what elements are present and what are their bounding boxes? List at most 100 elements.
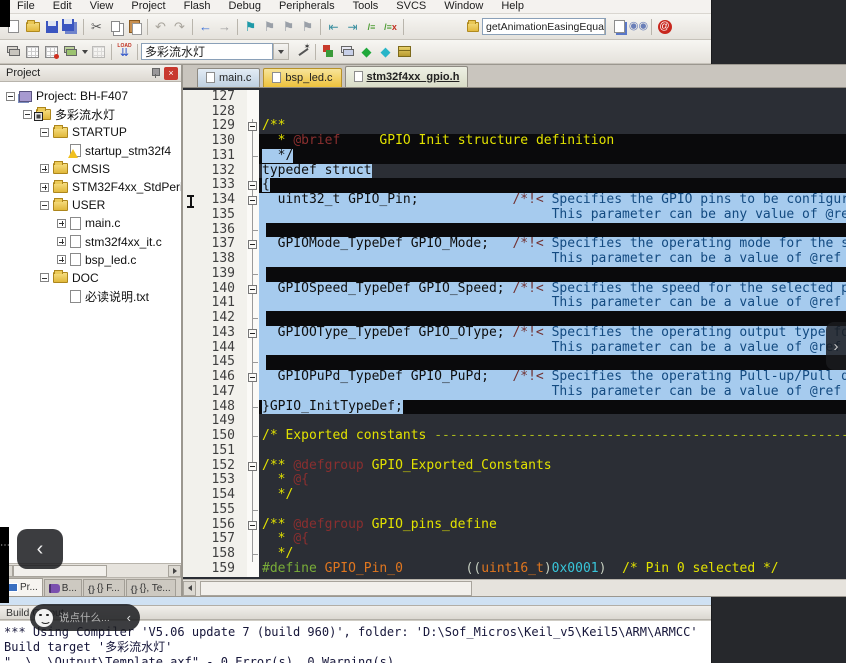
video-comment-input[interactable]: 说点什么... ‹ [30,604,140,631]
options-for-target-icon[interactable] [293,42,312,61]
collapse-icon[interactable] [23,110,32,119]
fold-margin[interactable] [247,414,259,429]
expand-icon[interactable] [57,219,66,228]
fold-margin[interactable] [247,562,259,577]
knowledge-base-icon[interactable]: @ [655,17,674,36]
collapse-icon[interactable] [40,201,49,210]
code-line[interactable]: 146 GPIOPuPd_TypeDef GPIO_PuPd; /*!< Spe… [183,370,846,385]
code-line[interactable]: 136 [183,223,846,238]
code-line[interactable]: 127 [183,90,846,105]
fold-margin[interactable] [247,326,259,341]
panel-tab[interactable]: {}{}, Te... [126,579,176,596]
line-number[interactable]: 150 [183,429,247,444]
video-back-button[interactable]: ‹ [17,529,63,569]
code-line[interactable]: 155 [183,503,846,518]
menu-peripherals[interactable]: Peripherals [270,0,344,13]
fold-margin[interactable] [247,208,259,223]
code-line[interactable]: 157 * @{ [183,532,846,547]
close-panel-icon[interactable]: × [164,67,178,80]
code-line[interactable]: 156/** @defgroup GPIO_pins_define [183,518,846,533]
line-number[interactable]: 129 [183,119,247,134]
save-all-icon[interactable] [61,17,80,36]
select-software-packs-icon[interactable]: ◆ [376,42,395,61]
code-line[interactable]: 134 uint32_t GPIO_Pin; /*!< Specifies th… [183,193,846,208]
fold-margin[interactable] [247,119,259,134]
scroll-left-icon[interactable] [183,581,196,596]
fold-margin[interactable] [247,532,259,547]
code-line[interactable]: 132typedef struct [183,164,846,179]
navigate-back-icon[interactable]: ← [196,17,215,36]
runtime-environment-icon[interactable]: ◆ [357,42,376,61]
code-line[interactable]: 143 GPIOOType_TypeDef GPIO_OType; /*!< S… [183,326,846,341]
line-number[interactable]: 142 [183,311,247,326]
fold-margin[interactable] [247,444,259,459]
flash-erase-icon[interactable] [23,42,42,61]
menu-help[interactable]: Help [492,0,533,13]
build-icon[interactable] [61,42,80,61]
panel-tab[interactable]: B... [44,579,82,596]
tree-item[interactable]: STARTUP [0,123,181,141]
clear-bookmarks-icon[interactable]: ⚑ [298,17,317,36]
menu-edit[interactable]: Edit [44,0,81,13]
copy-icon[interactable] [106,17,125,36]
code-line[interactable]: 137 GPIOMode_TypeDef GPIO_Mode; /*!< Spe… [183,237,846,252]
fold-margin[interactable] [247,134,259,149]
fold-collapse-icon[interactable] [248,521,257,530]
tree-item[interactable]: stm32f4xx_it.c [0,233,181,251]
code-line[interactable]: 152/** @defgroup GPIO_Exported_Constants [183,459,846,474]
line-number[interactable]: 151 [183,444,247,459]
search-next-icon[interactable]: ◉◉ [629,17,648,36]
navigate-forward-icon[interactable]: → [215,17,234,36]
code-line[interactable]: 158 */ [183,547,846,562]
line-number[interactable]: 154 [183,488,247,503]
tree-item[interactable]: startup_stm32f4 [0,142,181,160]
fold-margin[interactable] [247,223,259,238]
fold-collapse-icon[interactable] [248,329,257,338]
line-number[interactable]: 130 [183,134,247,149]
fold-margin[interactable] [247,237,259,252]
code-line[interactable]: 131 */ [183,149,846,164]
editor-tab-bsp_led-c[interactable]: bsp_led.c [263,68,341,87]
batch-build-icon[interactable] [89,42,108,61]
bookmark-icon[interactable]: ⚑ [241,17,260,36]
line-number[interactable]: 137 [183,237,247,252]
expand-icon[interactable] [40,183,49,192]
fold-margin[interactable] [247,282,259,297]
fold-margin[interactable] [247,296,259,311]
tree-item[interactable]: CMSIS [0,160,181,178]
video-sidebar-expand-button[interactable]: › [826,322,846,370]
fold-margin[interactable] [247,473,259,488]
scrollbar-thumb[interactable] [200,581,472,596]
code-line[interactable]: 142 [183,311,846,326]
fold-margin[interactable] [247,385,259,400]
code-line[interactable]: 129/** [183,119,846,134]
code-line[interactable]: 145 [183,355,846,370]
code-line[interactable]: 154 */ [183,488,846,503]
line-number[interactable]: 135 [183,208,247,223]
build-dropdown-icon[interactable] [80,42,89,61]
fold-margin[interactable] [247,252,259,267]
undo-icon[interactable]: ↶ [151,17,170,36]
collapse-icon[interactable] [6,92,15,101]
indent-icon[interactable]: ⇥ [343,17,362,36]
fold-collapse-icon[interactable] [248,122,257,131]
editor-hscrollbar[interactable] [183,579,846,596]
code-line[interactable]: 159#define GPIO_Pin_0 ((uint16_t)0x0001)… [183,562,846,577]
code-line[interactable]: 144 This parameter can be a value of @re… [183,341,846,356]
line-number[interactable]: 146 [183,370,247,385]
code-line[interactable]: 139 [183,267,846,282]
line-number[interactable]: 148 [183,400,247,415]
code-line[interactable]: 151 [183,444,846,459]
code-line[interactable]: 138 This parameter can be a value of @re… [183,252,846,267]
menu-flash[interactable]: Flash [175,0,220,13]
tree-item[interactable]: 必读说明.txt [0,287,181,305]
tree-item[interactable]: STM32F4xx_StdPerip [0,178,181,196]
code-line[interactable]: 133{ [183,178,846,193]
fold-margin[interactable] [247,90,259,105]
line-number[interactable]: 138 [183,252,247,267]
line-number[interactable]: 139 [183,267,247,282]
menu-view[interactable]: View [81,0,123,13]
collapse-chevron-icon[interactable]: ‹ [127,610,131,625]
line-number[interactable]: 153 [183,473,247,488]
code-editor[interactable]: 127128129/**130 * @brief GPIO Init struc… [183,88,846,579]
